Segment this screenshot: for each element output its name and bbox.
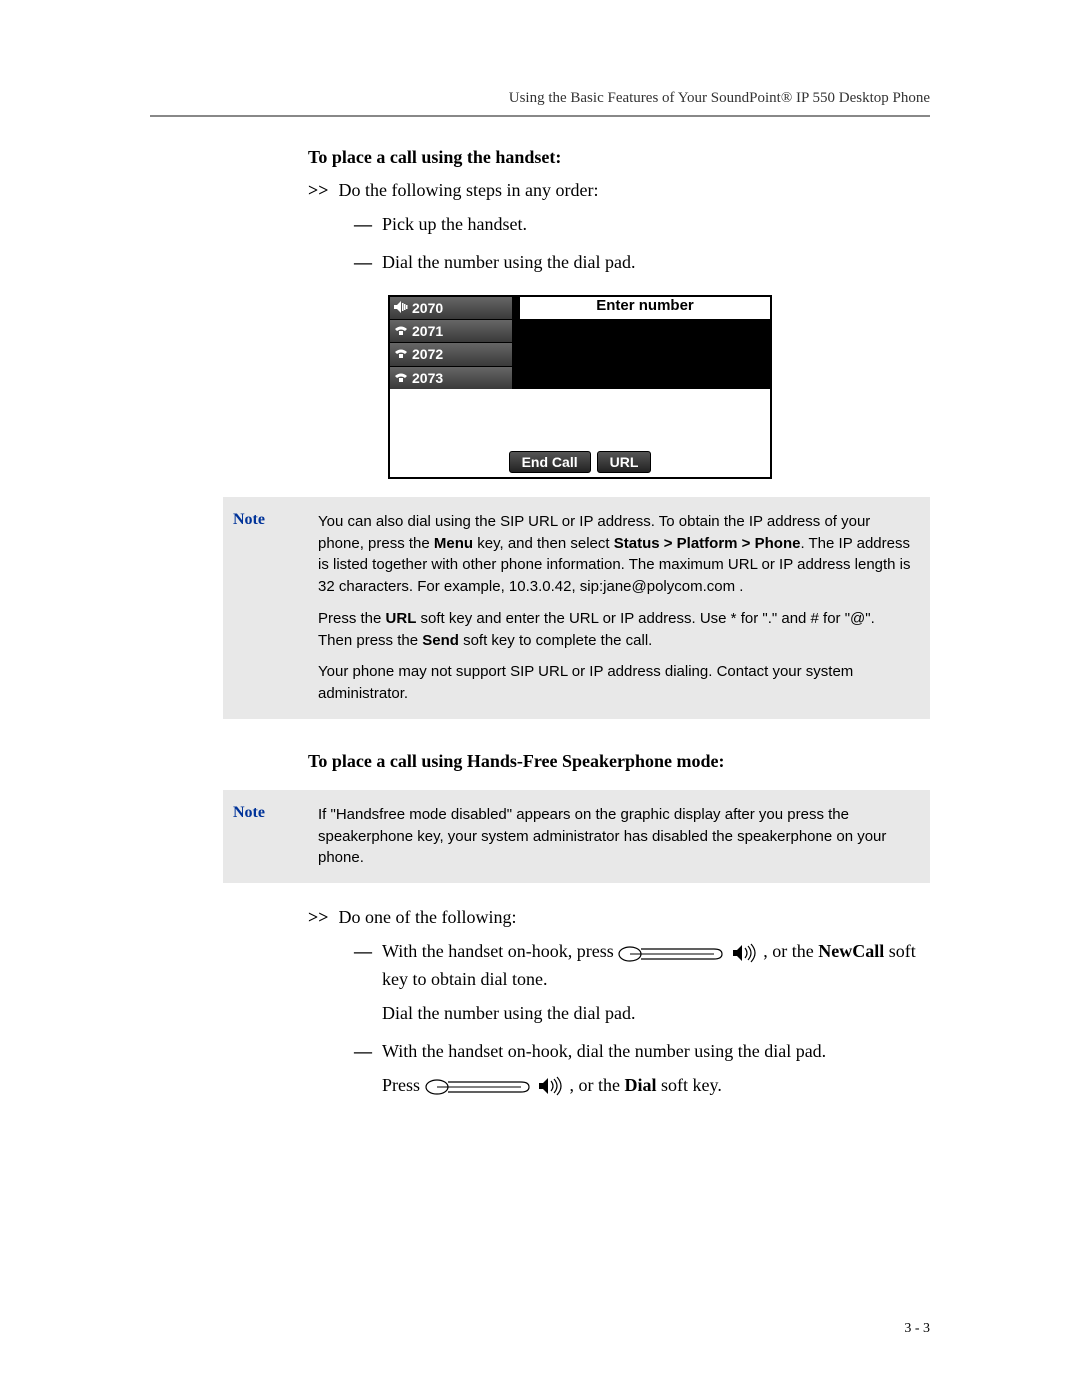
note1-para-2: Your phone may not support SIP URL or IP…	[318, 661, 912, 705]
text-fragment: With the handset on-hook, press	[382, 941, 618, 961]
section1-title: To place a call using the handset:	[308, 147, 930, 168]
dial-softkey-name: Dial	[625, 1075, 657, 1095]
note1-para-1: Press the URL soft key and enter the URL…	[318, 608, 912, 652]
text-fragment: Press	[382, 1075, 425, 1095]
note-block-1: Note You can also dial using the SIP URL…	[223, 497, 930, 719]
line-2-ext: 2072	[412, 346, 443, 362]
section2-title: To place a call using Hands-Free Speaker…	[308, 751, 930, 772]
text-fragment: soft key.	[657, 1075, 722, 1095]
phone-input-area	[520, 319, 770, 389]
note2-body: If "Handsfree mode disabled" appears on …	[318, 804, 912, 869]
line-key-3: 2073	[390, 367, 520, 389]
line-key-button-icon	[618, 944, 726, 962]
running-header: Using the Basic Features of Your SoundPo…	[150, 90, 930, 107]
line-key-2: 2072	[390, 343, 520, 366]
newcall-softkey-name: NewCall	[818, 941, 884, 961]
line-3-ext: 2073	[412, 370, 443, 386]
line-key-button-icon	[425, 1077, 533, 1095]
speaker-off-hook-icon	[394, 300, 408, 316]
section1-item-0: Pick up the handset.	[382, 211, 930, 239]
text-fragment: , or the	[570, 1075, 625, 1095]
section3-item-1: With the handset on-hook, press , or the…	[382, 938, 930, 1028]
page-number: 3 - 3	[904, 1321, 930, 1337]
dash-bullet: —	[354, 252, 368, 273]
dash-bullet: —	[354, 941, 368, 962]
chevrons-icon: >>	[308, 180, 329, 201]
chevrons-icon: >>	[308, 907, 329, 928]
section1-lead: Do the following steps in any order:	[339, 180, 599, 201]
line-0-ext: 2070	[412, 300, 443, 316]
text-fragment: , or the	[763, 941, 818, 961]
phone-icon	[394, 346, 408, 362]
note1-body: You can also dial using the SIP URL or I…	[318, 511, 912, 705]
phone-prompt: Enter number	[520, 297, 770, 319]
dash-bullet: —	[354, 214, 368, 235]
note-block-2: Note If "Handsfree mode disabled" appear…	[223, 790, 930, 883]
line-key-1: 2071	[390, 320, 520, 343]
softkey-url: URL	[597, 451, 652, 473]
phone-icon	[394, 323, 408, 339]
speakerphone-button-icon	[731, 943, 759, 963]
section3-item1-p2: Dial the number using the dial pad.	[382, 1000, 930, 1028]
dash-bullet: —	[354, 1041, 368, 1062]
note1-para-0: You can also dial using the SIP URL or I…	[318, 511, 912, 598]
line-key-0: 2070	[390, 297, 520, 320]
section1-item-1: Dial the number using the dial pad.	[382, 249, 930, 277]
header-rule	[150, 115, 930, 117]
line-1-ext: 2071	[412, 323, 443, 339]
section3-lead: Do one of the following:	[339, 907, 517, 928]
speakerphone-button-icon	[537, 1076, 565, 1096]
phone-display-mock: 2070 2071 2072	[388, 295, 772, 479]
note-label: Note	[223, 511, 318, 705]
softkey-end-call: End Call	[509, 451, 591, 473]
note-label: Note	[223, 804, 318, 869]
phone-icon	[394, 370, 408, 386]
section3-item-2: With the handset on-hook, dial the numbe…	[382, 1038, 930, 1100]
text-fragment: With the handset on-hook, dial the numbe…	[382, 1041, 826, 1061]
note2-para-0: If "Handsfree mode disabled" appears on …	[318, 804, 912, 869]
